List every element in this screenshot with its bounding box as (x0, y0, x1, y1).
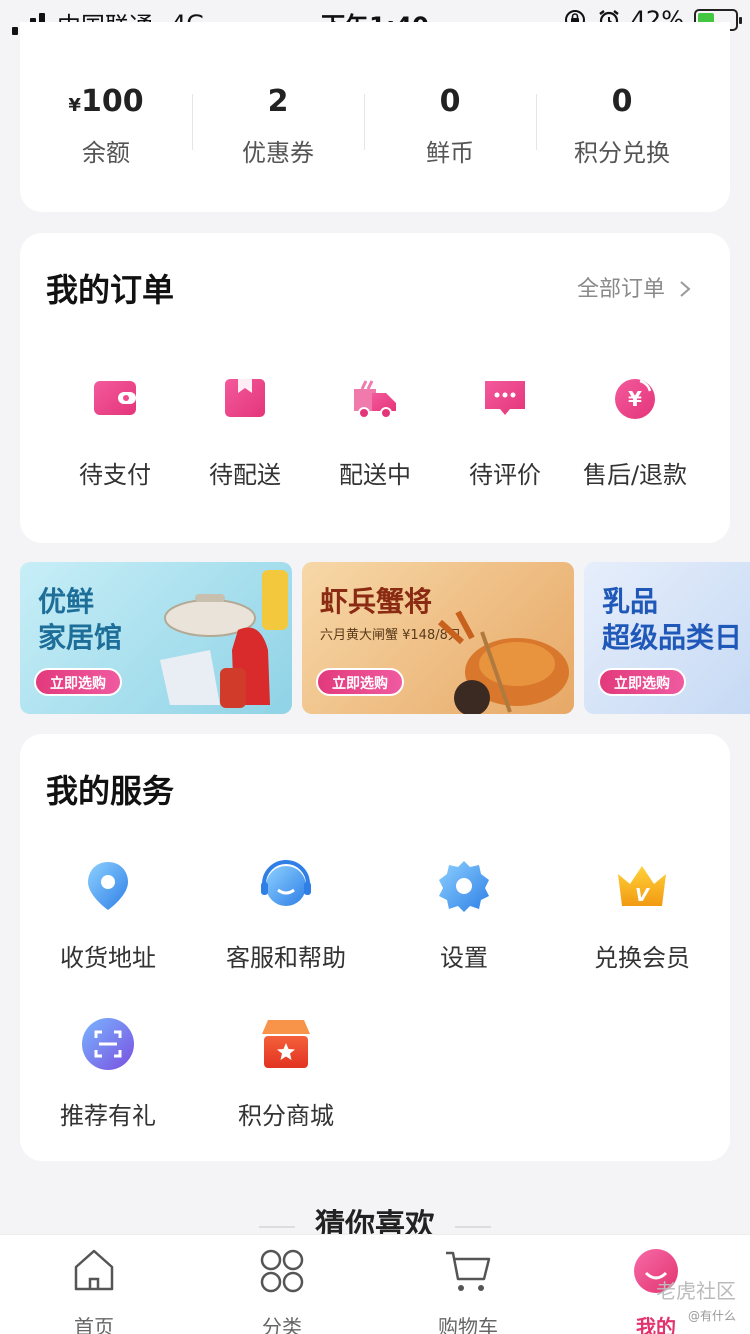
asset-label: 优惠券 (242, 139, 314, 167)
comment-icon (485, 381, 525, 415)
banner-title: 虾兵蟹将 (320, 585, 433, 618)
bottom-tab-bar: 首页 分类 购物车 我的 老虎社区 @有什么 (0, 1234, 750, 1334)
tab-label: 购物车 (438, 1315, 498, 1334)
services-title: 我的服务 (46, 772, 175, 810)
order-pending-review[interactable]: 待评价 (440, 373, 570, 490)
banner-title-line: 乳品 (602, 585, 659, 618)
orders-card: 我的订单 全部订单 待支付 待配送 配送中 待评价 ¥ 售后/退款 (20, 233, 730, 543)
delivery-truck-icon (354, 380, 396, 419)
tab-cart[interactable]: 购物车 (408, 1247, 528, 1334)
asset-label: 积分兑换 (574, 139, 670, 167)
service-referral[interactable]: 推荐有礼 (20, 1016, 196, 1131)
banner-title-line: 优鲜 (38, 585, 95, 618)
location-pin-icon (88, 862, 128, 910)
refund-icon: ¥ (615, 379, 655, 419)
service-label: 收货地址 (60, 944, 156, 972)
order-label: 待评价 (469, 461, 541, 489)
order-label: 待支付 (79, 461, 151, 489)
promo-banner-strip[interactable]: 优鲜 家居馆 立即选购 虾兵蟹将 六月黄大闸蟹 ¥148/8只 立即选购 乳品 … (20, 562, 750, 714)
divider (455, 1225, 491, 1228)
asset-label: 鲜币 (426, 139, 474, 167)
svg-text:¥: ¥ (628, 387, 642, 411)
service-label: 推荐有礼 (60, 1102, 156, 1130)
all-orders-link[interactable]: 全部订单 (577, 271, 692, 303)
banner-home-goods[interactable]: 优鲜 家居馆 立即选购 (20, 562, 292, 714)
order-label: 配送中 (339, 461, 411, 489)
watermark-sub: @有什么 (687, 1309, 736, 1323)
asset-label: 余额 (82, 139, 130, 167)
asset-value: 0 (611, 84, 633, 119)
shop-now-button[interactable]: 立即选购 (34, 668, 122, 696)
banner-title: 优鲜 家居馆 (38, 584, 122, 656)
shop-now-button[interactable]: 立即选购 (598, 668, 686, 696)
service-points-mall[interactable]: 积分商城 (198, 1016, 374, 1131)
asset-points[interactable]: 0 积分兑换 (536, 84, 708, 168)
banner-title-line: 超级品类日 (602, 621, 743, 654)
currency-symbol: ¥ (68, 95, 81, 116)
banner-dairy[interactable]: 乳品 超级品类日 立即选购 (584, 562, 750, 714)
wallet-icon (94, 381, 136, 415)
order-pending-delivery[interactable]: 待配送 (180, 373, 310, 490)
orders-title: 我的订单 (46, 271, 175, 309)
service-settings[interactable]: 设置 (376, 858, 552, 973)
order-label: 待配送 (209, 461, 281, 489)
assets-card: ¥100 余额 2 优惠券 0 鲜币 0 积分兑换 (20, 22, 730, 212)
tab-label: 分类 (262, 1315, 302, 1334)
banner-product-image (160, 570, 288, 708)
service-label: 客服和帮助 (226, 944, 346, 972)
vip-crown-icon: V (618, 866, 666, 906)
all-orders-label: 全部订单 (576, 277, 665, 302)
banner-title-line: 家居馆 (38, 621, 123, 654)
store-icon (262, 1020, 310, 1068)
asset-value: 2 (267, 84, 289, 119)
service-address[interactable]: 收货地址 (20, 858, 196, 973)
divider (259, 1225, 295, 1228)
asset-value: 0 (439, 84, 461, 119)
customer-service-icon (261, 860, 311, 906)
service-support[interactable]: 客服和帮助 (198, 858, 374, 973)
order-label: 售后/退款 (582, 461, 688, 489)
banner-seafood[interactable]: 虾兵蟹将 六月黄大闸蟹 ¥148/8只 立即选购 (302, 562, 574, 714)
home-icon (74, 1249, 114, 1291)
asset-coins[interactable]: 0 鲜币 (364, 84, 536, 168)
service-label: 兑换会员 (594, 944, 690, 972)
asset-value: 100 (80, 84, 144, 119)
order-in-delivery[interactable]: 配送中 (310, 373, 440, 490)
tab-label: 首页 (74, 1315, 114, 1334)
service-vip[interactable]: V 兑换会员 (554, 858, 730, 973)
category-grid-icon (260, 1249, 304, 1293)
services-card: 我的服务 收货地址 客服和帮助 设置 V 兑换会员 推荐有礼 积分商城 (20, 734, 730, 1161)
watermark: 老虎社区 (656, 1279, 736, 1303)
shop-now-button[interactable]: 立即选购 (316, 668, 404, 696)
package-icon (225, 379, 265, 417)
asset-coupons[interactable]: 2 优惠券 (192, 84, 364, 168)
tab-home[interactable]: 首页 (34, 1247, 154, 1334)
tab-category[interactable]: 分类 (222, 1247, 342, 1334)
service-label: 设置 (440, 944, 488, 972)
service-label: 积分商城 (238, 1102, 334, 1130)
scan-icon (82, 1018, 134, 1070)
order-after-sales[interactable]: ¥ 售后/退款 (570, 373, 700, 490)
banner-title: 乳品 超级品类日 (602, 584, 742, 656)
asset-balance[interactable]: ¥100 余额 (20, 84, 192, 168)
cart-icon (446, 1251, 491, 1291)
svg-text:V: V (635, 885, 651, 906)
chevron-right-icon (680, 281, 691, 297)
settings-gear-icon (439, 861, 489, 912)
order-pending-payment[interactable]: 待支付 (50, 373, 180, 490)
banner-product-image (437, 610, 569, 714)
